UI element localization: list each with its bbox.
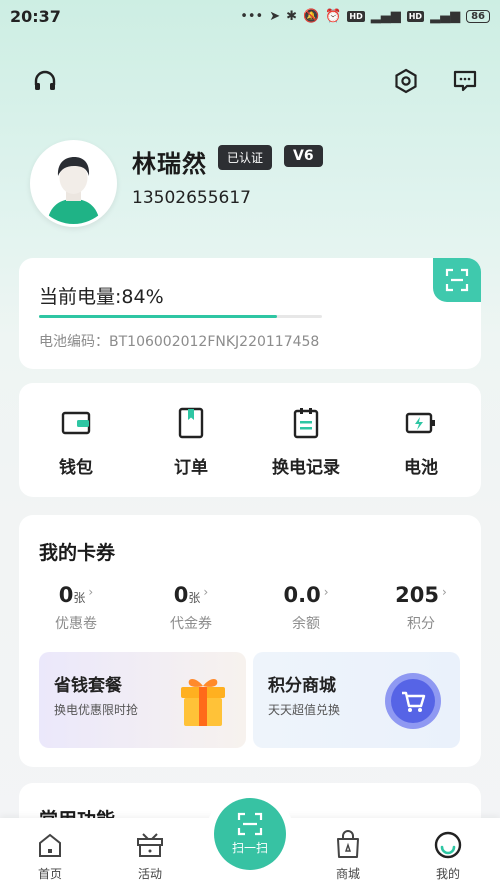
stat-value: 0: [58, 583, 74, 607]
scan-corner-button[interactable]: [433, 258, 481, 302]
promo-title: 积分商城: [268, 676, 336, 696]
promo-points-mall[interactable]: 积分商城 天天超值兑换: [253, 652, 460, 748]
coupons-title: 我的卡券: [39, 542, 116, 564]
promo-subtitle: 天天超值兑换: [268, 703, 341, 717]
hd-tag: HD: [347, 10, 365, 22]
menu-item-records[interactable]: 换电记录: [251, 405, 361, 478]
wallet-icon: [21, 405, 131, 441]
stat-discount[interactable]: 0张 › 优惠卷: [21, 583, 131, 633]
stat-label: 代金券: [170, 616, 212, 632]
battery-indicator: 86: [466, 9, 490, 23]
tab-mall[interactable]: 商城: [318, 830, 378, 882]
tab-label-mall: 商城: [335, 867, 360, 881]
promo-savings-package[interactable]: 省钱套餐 换电优惠限时抢: [39, 652, 246, 748]
stat-label: 积分: [407, 616, 435, 632]
user-name: 林瑞然: [132, 150, 207, 178]
home-icon: [20, 830, 80, 860]
tab-scan-button[interactable]: 扫一扫: [214, 798, 286, 870]
top-bar: [0, 58, 500, 102]
headphone-icon[interactable]: [30, 66, 60, 96]
promo-subtitle: 换电优惠限时抢: [54, 703, 139, 717]
stat-unit: 张: [73, 591, 86, 605]
status-icons: ••• ➤ ✱ 🔕 ⏰ HD ▂▄▆ HD ▂▄▆ 86: [240, 9, 490, 24]
coupons-card: 我的卡券 0张 › 优惠卷 0张 › 代金券 0.0 › 余额 205 › 积分 省钱套…: [19, 515, 481, 767]
menu-label-records: 换电记录: [272, 458, 340, 478]
shopping-cart-icon: [385, 673, 441, 729]
stat-label: 余额: [292, 616, 320, 632]
chevron-right-icon: ›: [88, 585, 94, 599]
avatar[interactable]: [30, 140, 117, 227]
message-icon[interactable]: [450, 66, 480, 96]
shopping-bag-icon: [318, 830, 378, 860]
status-bar: 20:37 ••• ➤ ✱ 🔕 ⏰ HD ▂▄▆ HD ▂▄▆ 86: [0, 0, 500, 32]
hd-tag-2: HD: [406, 10, 425, 22]
settings-icon[interactable]: [391, 66, 421, 96]
stat-value: 205: [395, 583, 440, 607]
tab-label-home: 首页: [37, 867, 62, 881]
mute-icon: 🔕: [303, 8, 320, 24]
stat-points[interactable]: 205 › 积分: [366, 583, 476, 633]
stat-voucher[interactable]: 0张 › 代金券: [136, 583, 246, 633]
tab-activity[interactable]: 活动: [120, 830, 180, 882]
battery-icon: [366, 405, 476, 441]
tab-label-mine: 我的: [435, 867, 460, 881]
location-icon: ➤: [269, 8, 281, 24]
tab-home[interactable]: 首页: [20, 830, 80, 882]
profile-active-icon: [418, 830, 478, 860]
battery-code: 电池编码：BT106002012FNKJ220117458: [39, 334, 320, 350]
more-dots-icon: •••: [240, 8, 264, 24]
gift-icon: [181, 679, 225, 726]
tab-label-scan: 扫一扫: [231, 841, 268, 855]
stat-unit: 张: [188, 591, 201, 605]
record-icon: [251, 405, 361, 441]
menu-item-orders[interactable]: 订单: [136, 405, 246, 478]
user-phone: 13502655617: [132, 188, 251, 208]
activity-icon: [120, 830, 180, 860]
scan-icon: [237, 812, 263, 836]
stat-balance[interactable]: 0.0 › 余额: [251, 583, 361, 633]
tab-label-activity: 活动: [137, 867, 162, 881]
battery-card[interactable]: 当前电量:84% 电池编码：BT106002012FNKJ220117458: [19, 258, 481, 369]
scan-icon: [445, 268, 469, 292]
quick-menu-card: 钱包 订单 换电记录 电池: [19, 383, 481, 497]
stat-value: 0.0: [283, 583, 321, 607]
profile-section: 林瑞然 已认证 V6 13502655617: [30, 140, 470, 230]
verified-badge: 已认证: [218, 145, 273, 170]
alarm-icon: ⏰: [325, 8, 342, 24]
menu-label-wallet: 钱包: [59, 458, 93, 478]
battery-progress-fill: [39, 315, 277, 318]
status-time: 20:37: [10, 6, 61, 26]
battery-progress-bar: [39, 315, 322, 318]
stat-value: 0: [173, 583, 189, 607]
promo-title: 省钱套餐: [54, 676, 122, 696]
signal-icon-2: ▂▄▆: [430, 8, 461, 24]
chevron-right-icon: ›: [203, 585, 209, 599]
chevron-right-icon: ›: [442, 585, 447, 599]
bluetooth-icon: ✱: [286, 8, 298, 24]
menu-item-wallet[interactable]: 钱包: [21, 405, 131, 478]
signal-icon: ▂▄▆: [370, 8, 401, 24]
menu-item-battery[interactable]: 电池: [366, 405, 476, 478]
order-icon: [136, 405, 246, 441]
battery-level-text: 当前电量:84%: [39, 286, 164, 308]
stat-label: 优惠卷: [55, 616, 97, 632]
tab-mine[interactable]: 我的: [418, 830, 478, 882]
menu-label-orders: 订单: [174, 458, 208, 478]
chevron-right-icon: ›: [323, 585, 329, 599]
menu-label-battery: 电池: [404, 458, 438, 478]
level-badge: V6: [284, 145, 323, 167]
